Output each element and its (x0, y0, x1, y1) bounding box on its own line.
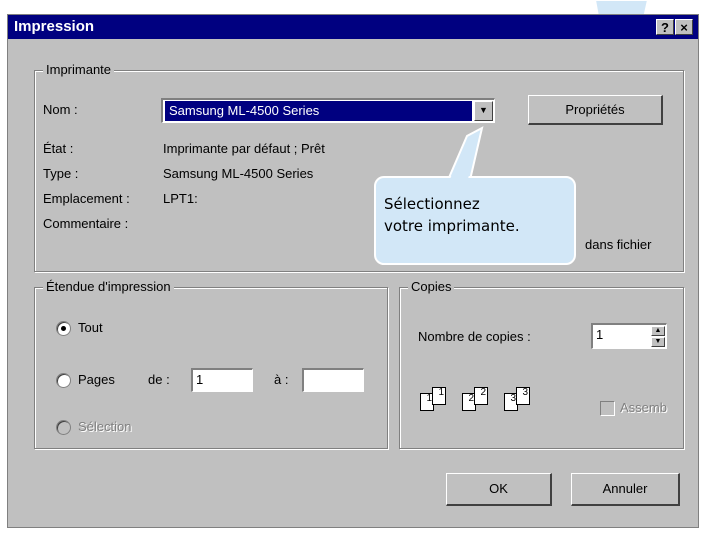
callout-line-2: votre imprimante. (384, 217, 520, 235)
callout-text: Sélectionnez votre imprimante. (384, 193, 520, 237)
callout-pointer-cover (450, 131, 480, 179)
callout-line-1: Sélectionnez (384, 195, 480, 213)
